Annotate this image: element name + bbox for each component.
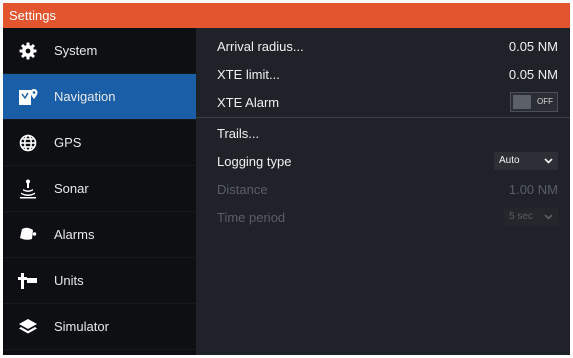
window-title: Settings <box>9 8 56 23</box>
time-period-label: Time period <box>217 209 286 225</box>
xte-alarm-label: XTE Alarm <box>217 94 280 110</box>
sidebar-item-navigation[interactable]: Navigation <box>3 74 206 120</box>
gear-icon <box>17 40 39 62</box>
sidebar-item-alarms[interactable]: Alarms <box>3 212 196 258</box>
xte-limit-row[interactable]: XTE limit... 0.05 NM <box>196 60 570 88</box>
sidebar-item-simulator[interactable]: Simulator <box>3 304 196 350</box>
sidebar-item-gps[interactable]: GPS <box>3 120 196 166</box>
sonar-icon <box>17 178 39 200</box>
sidebar-item-label: Alarms <box>54 227 95 242</box>
arrival-radius-value: 0.05 NM <box>508 38 558 54</box>
sidebar-item-label: Sonar <box>54 181 89 196</box>
toggle-knob <box>513 95 531 109</box>
chevron-down-icon <box>544 152 553 176</box>
alarm-bell-icon <box>17 224 39 246</box>
sidebar-item-label: Units <box>54 273 84 288</box>
time-period-value: 5 sec <box>509 211 533 222</box>
sidebar-item-label: Simulator <box>54 319 109 334</box>
sidebar-item-units[interactable]: Units <box>3 258 196 304</box>
navigation-settings-panel: Arrival radius... 0.05 NM XTE limit... 0… <box>196 28 570 355</box>
settings-sidebar: System Navigation GPS Sonar Alarms Units… <box>3 28 206 355</box>
logging-type-row: Logging type Auto <box>196 147 570 175</box>
time-period-select: 5 sec <box>504 208 558 226</box>
sidebar-item-system[interactable]: System <box>3 28 196 74</box>
arrival-radius-row[interactable]: Arrival radius... 0.05 NM <box>196 32 570 60</box>
units-icon <box>17 270 39 292</box>
xte-alarm-row: XTE Alarm OFF <box>196 88 570 116</box>
chevron-down-icon <box>544 208 553 232</box>
logging-type-value: Auto <box>499 155 520 166</box>
distance-label: Distance <box>217 181 268 197</box>
title-bar: Settings <box>3 3 570 28</box>
settings-window: Settings System Navigation GPS Sonar Ala… <box>3 3 570 355</box>
sidebar-item-label: System <box>54 43 98 58</box>
distance-row: Distance 1.00 NM <box>196 175 570 203</box>
logging-type-label: Logging type <box>217 153 292 169</box>
xte-limit-label: XTE limit... <box>217 66 280 82</box>
globe-icon <box>17 132 39 154</box>
navigation-map-icon <box>17 86 39 108</box>
trails-row[interactable]: Trails... <box>196 119 570 147</box>
logging-type-select[interactable]: Auto <box>494 152 558 170</box>
distance-value: 1.00 NM <box>508 181 558 197</box>
sidebar-item-label: Navigation <box>54 89 116 104</box>
section-divider <box>196 117 570 118</box>
layers-icon <box>17 316 39 338</box>
sidebar-item-sonar[interactable]: Sonar <box>3 166 196 212</box>
xte-limit-value: 0.05 NM <box>508 66 558 82</box>
trails-label: Trails... <box>217 125 260 141</box>
time-period-row: Time period 5 sec <box>196 203 570 231</box>
toggle-state-text: OFF <box>537 97 553 106</box>
xte-alarm-toggle[interactable]: OFF <box>510 92 558 112</box>
arrival-radius-label: Arrival radius... <box>217 38 304 54</box>
sidebar-item-label: GPS <box>54 135 82 150</box>
